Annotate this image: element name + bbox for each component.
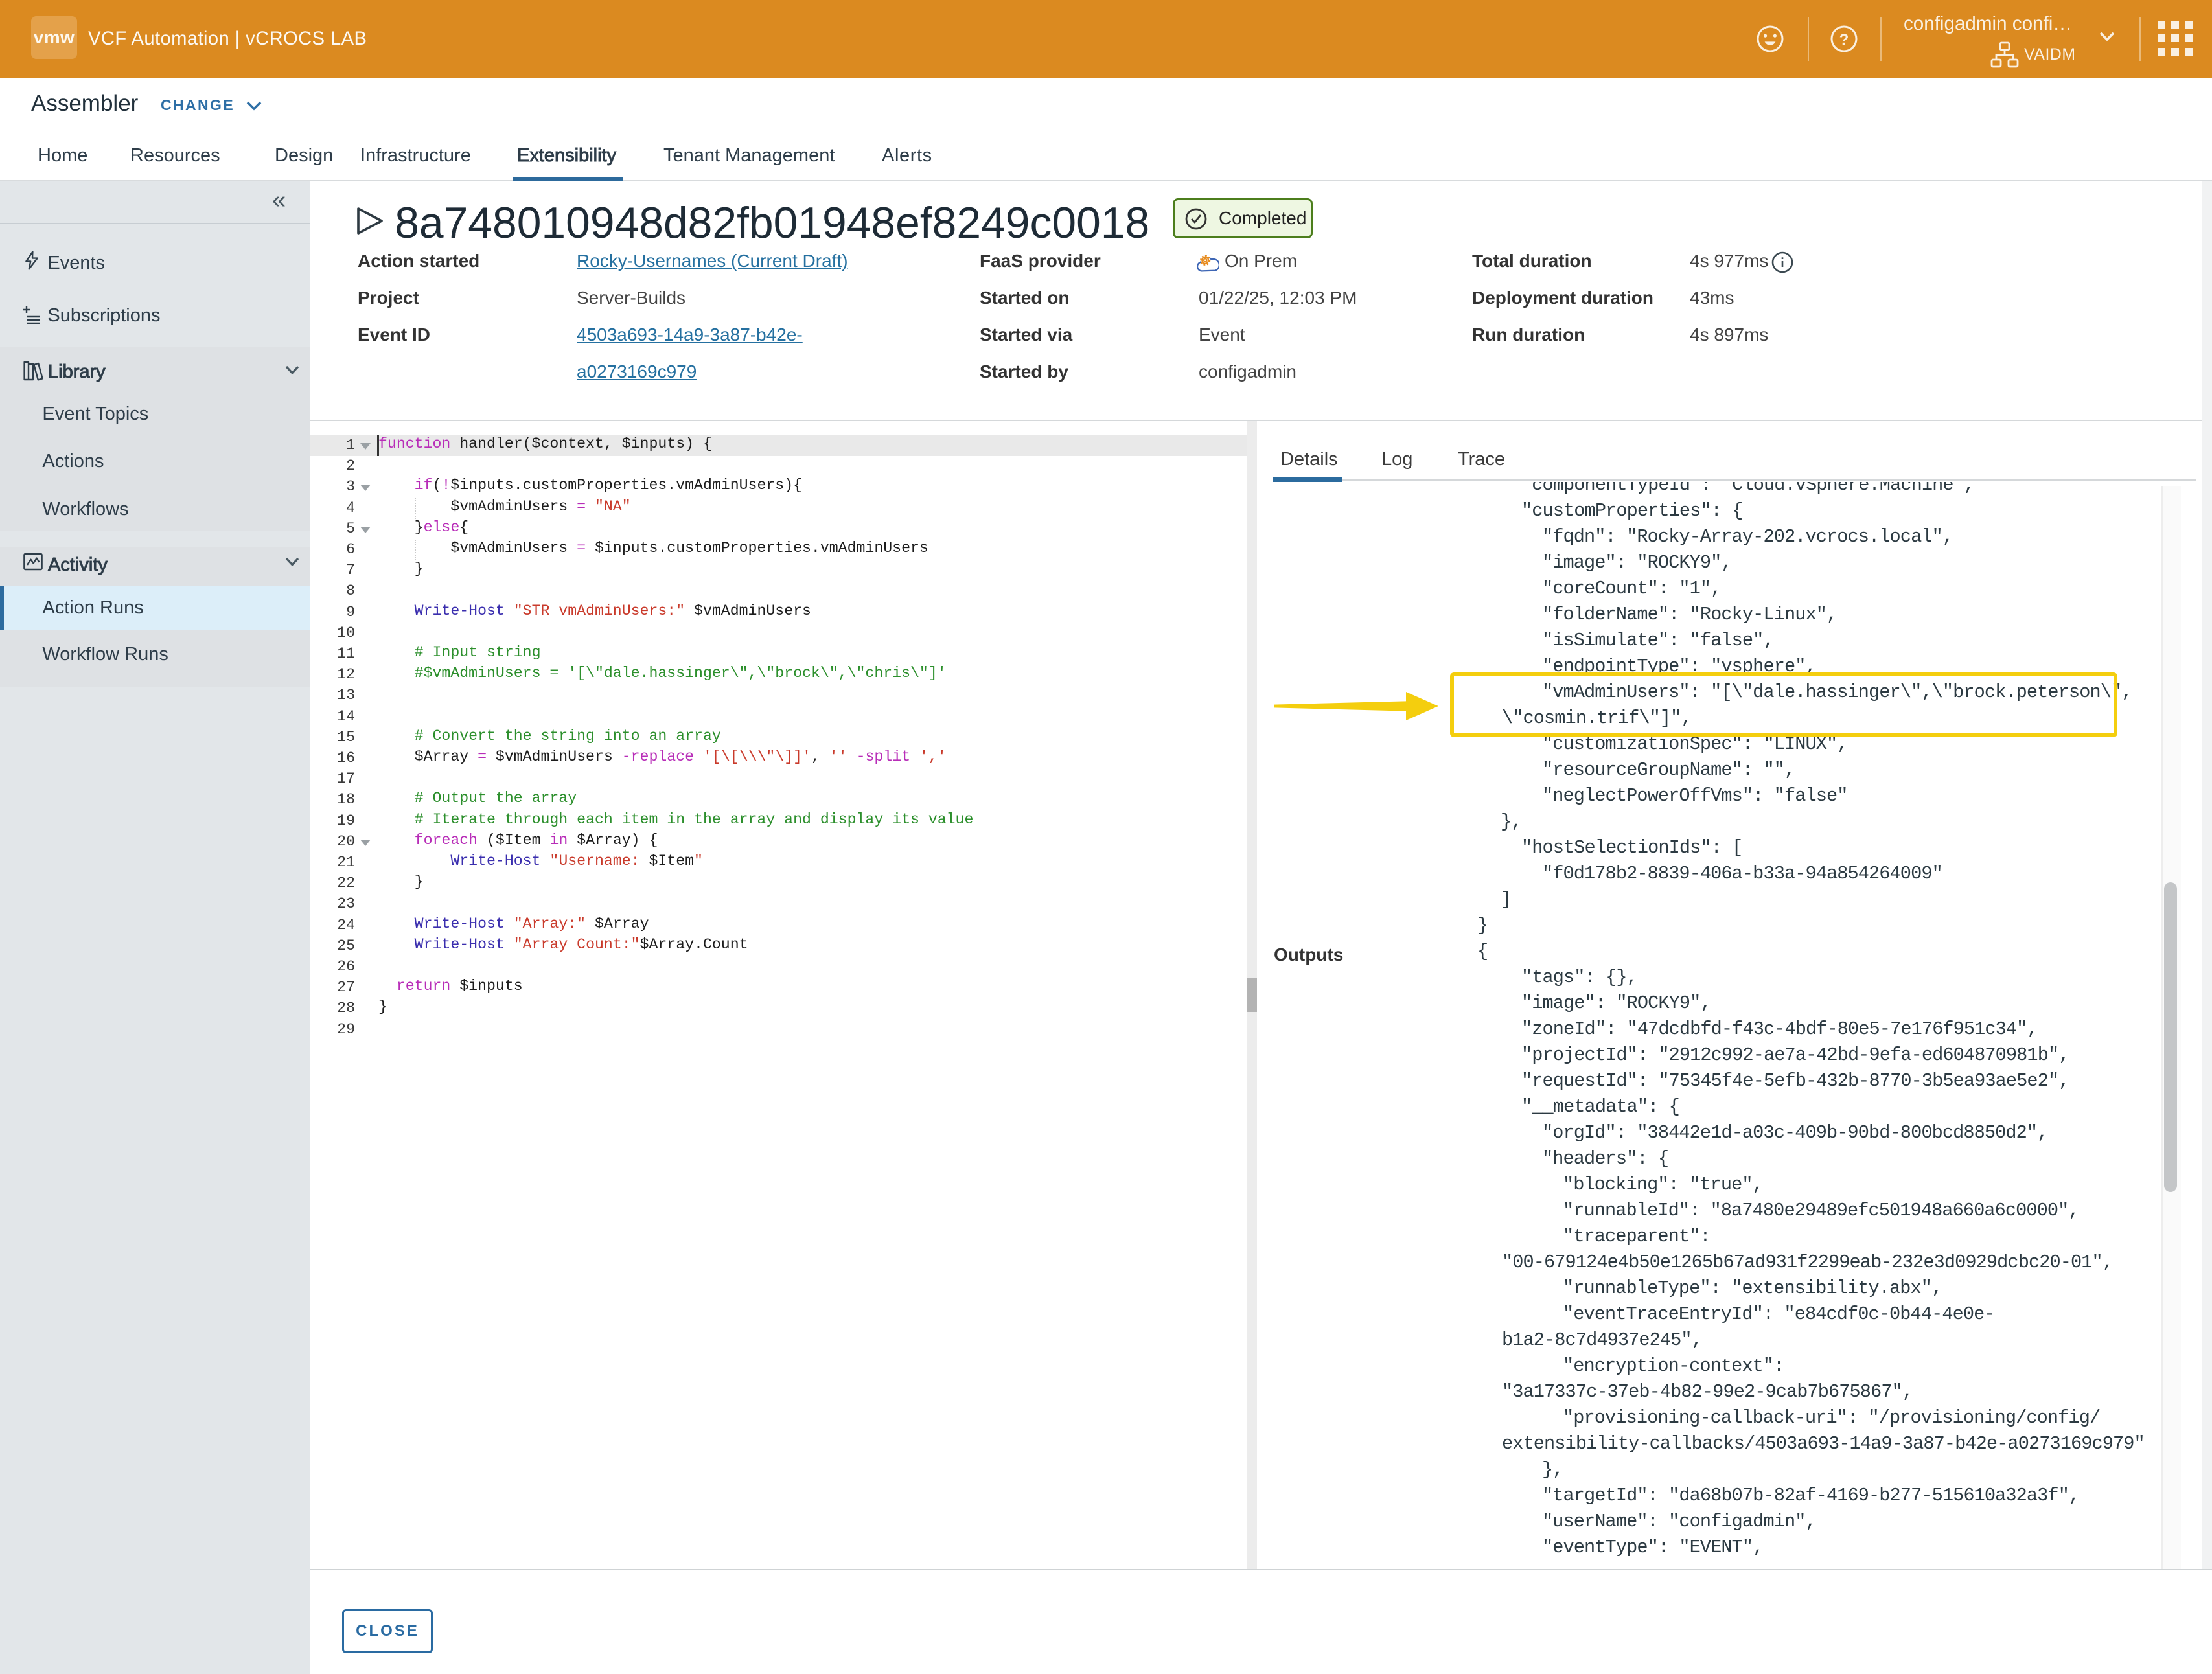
- svg-text:?: ?: [1839, 31, 1849, 49]
